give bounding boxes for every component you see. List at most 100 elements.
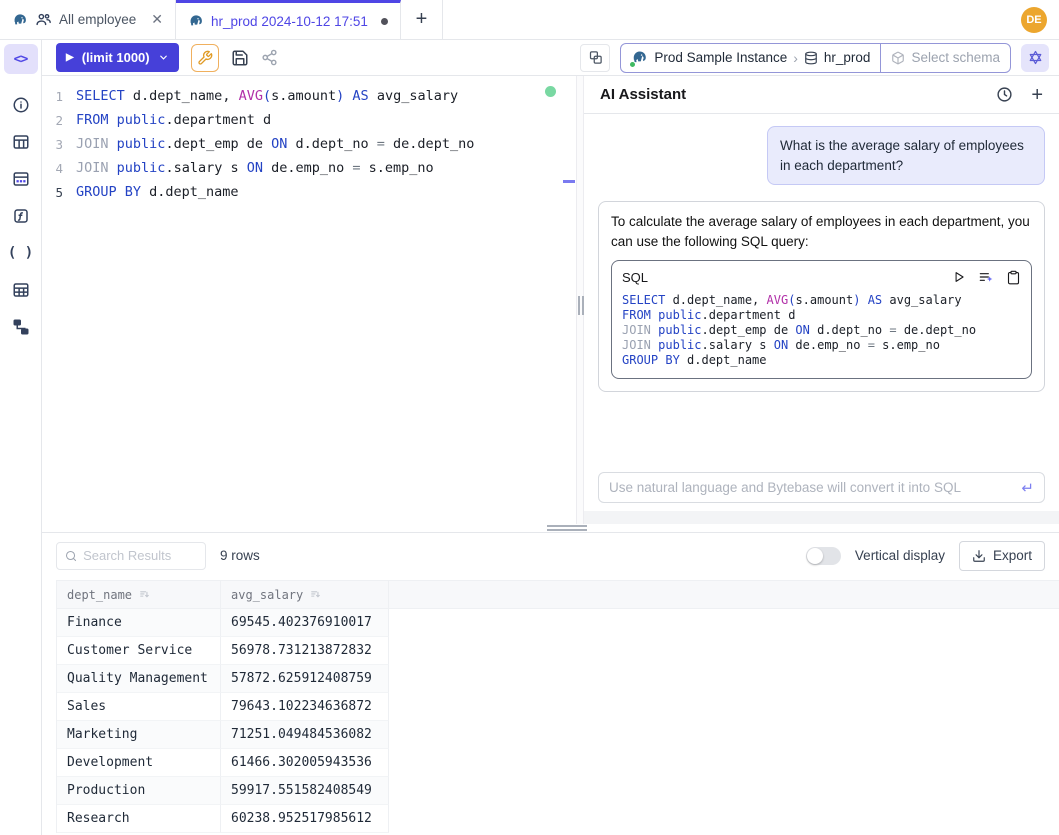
tab-all-employee[interactable]: All employee ✕ xyxy=(0,0,176,39)
panel-layout-button[interactable] xyxy=(580,44,610,72)
vertical-splitter[interactable] xyxy=(576,76,584,524)
tables-icon[interactable] xyxy=(0,123,41,160)
breadcrumb-separator: › xyxy=(793,50,798,66)
row-filler xyxy=(389,665,1059,693)
column-header-dept_name[interactable]: dept_name xyxy=(57,581,221,608)
line-number: 1 xyxy=(42,89,76,104)
functions-icon[interactable] xyxy=(0,197,41,234)
enter-key-icon[interactable]: ↵ xyxy=(1021,479,1034,497)
table-cell: Customer Service xyxy=(57,637,221,665)
results-toolbar: 9 rows Vertical display Export xyxy=(42,533,1059,578)
panel-layout-icon xyxy=(588,50,603,65)
ai-panel-title: AI Assistant xyxy=(600,86,686,103)
editor-lines: 1SELECT d.dept_name, AVG(s.amount) AS av… xyxy=(42,84,576,204)
table-cell: 59917.551582408549 xyxy=(221,777,389,805)
line-number: 3 xyxy=(42,137,76,152)
users-icon xyxy=(35,11,52,28)
editor-toolbar: ▶ (limit 1000) Prod Sample Instance › hr… xyxy=(42,40,1059,76)
table-cell: Finance xyxy=(57,609,221,637)
share-button[interactable] xyxy=(261,49,278,66)
run-sql-icon[interactable] xyxy=(952,270,966,284)
user-message-bubble: What is the average salary of employees … xyxy=(767,126,1045,185)
ai-prompt-input[interactable] xyxy=(609,480,1013,495)
table-cell: 57872.625912408759 xyxy=(221,665,389,693)
close-icon[interactable]: ✕ xyxy=(151,11,163,28)
schema-selector[interactable]: Select schema xyxy=(880,44,1010,72)
table-cell: 79643.102234636872 xyxy=(221,693,389,721)
table-row: Production59917.551582408549 xyxy=(57,777,1059,805)
admin-wrench-button[interactable] xyxy=(191,44,219,72)
ai-header: AI Assistant + xyxy=(584,76,1059,114)
tabbar-spacer xyxy=(443,0,1021,39)
sheet-grid-icon[interactable] xyxy=(0,271,41,308)
column-label: avg_salary xyxy=(231,588,303,602)
ai-assistant-panel: AI Assistant + What is the average salar… xyxy=(584,76,1059,524)
editor-code-line: 2FROM public.department d xyxy=(42,108,576,132)
sql-editor-code-icon[interactable]: <> xyxy=(4,44,38,74)
brackets-icon[interactable]: ( ) xyxy=(0,234,41,271)
ai-panel-footer-strip xyxy=(584,511,1059,524)
run-query-button[interactable]: ▶ (limit 1000) xyxy=(56,43,179,72)
ai-sql-line: FROM public.department d xyxy=(622,308,1021,323)
postgres-icon xyxy=(188,13,204,29)
history-clock-icon[interactable] xyxy=(996,86,1013,103)
save-sheet-button[interactable] xyxy=(231,49,249,67)
column-label: dept_name xyxy=(67,588,132,602)
row-filler xyxy=(389,637,1059,665)
ai-sql-line: JOIN public.salary s ON de.emp_no = s.em… xyxy=(622,338,1021,353)
row-filler xyxy=(389,721,1059,749)
row-filler xyxy=(389,749,1059,777)
tab-label: hr_prod 2024-10-12 17:51 xyxy=(211,14,368,29)
row-filler xyxy=(389,777,1059,805)
line-number: 2 xyxy=(42,113,76,128)
workflow-icon[interactable] xyxy=(0,308,41,345)
header-filler xyxy=(389,581,1059,608)
results-panel: 9 rows Vertical display Export dept_name… xyxy=(42,532,1059,835)
search-icon xyxy=(65,549,77,563)
insert-into-editor-icon[interactable] xyxy=(978,269,994,285)
connection-breadcrumb[interactable]: Prod Sample Instance › hr_prod Select sc… xyxy=(620,43,1011,73)
instance-name: Prod Sample Instance xyxy=(654,50,787,65)
database-name: hr_prod xyxy=(824,50,871,65)
column-header-avg_salary[interactable]: avg_salary xyxy=(221,581,389,608)
horizontal-splitter[interactable] xyxy=(42,524,1059,532)
schema-editor-icon[interactable] xyxy=(0,160,41,197)
instance-database-segment[interactable]: Prod Sample Instance › hr_prod xyxy=(621,44,880,72)
left-sidebar: <> ( ) xyxy=(0,40,42,835)
splitter-handle[interactable] xyxy=(578,296,584,315)
table-cell: Production xyxy=(57,777,221,805)
instance-status-dot xyxy=(629,61,636,68)
line-number: 5 xyxy=(42,185,76,200)
editor-code-line: 3JOIN public.dept_emp de ON d.dept_no = … xyxy=(42,132,576,156)
unsaved-dot xyxy=(381,18,388,25)
play-icon: ▶ xyxy=(66,52,74,63)
chevron-down-icon xyxy=(158,52,169,63)
info-icon[interactable] xyxy=(0,86,41,123)
ai-sql-line: JOIN public.dept_emp de ON d.dept_no = d… xyxy=(622,323,1021,338)
table-cell: 69545.402376910017 xyxy=(221,609,389,637)
user-avatar[interactable]: DE xyxy=(1021,7,1047,33)
table-cell: 71251.049484536082 xyxy=(221,721,389,749)
cube-icon xyxy=(891,51,905,65)
table-row: Research60238.952517985612 xyxy=(57,805,1059,833)
table-cell: 60238.952517985612 xyxy=(221,805,389,833)
download-icon xyxy=(972,549,986,563)
new-chat-plus-icon[interactable]: + xyxy=(1031,85,1043,105)
search-results-input[interactable] xyxy=(83,548,197,563)
postgres-icon xyxy=(12,12,28,28)
ai-assistant-toggle-button[interactable] xyxy=(1021,44,1049,72)
splitter-handle[interactable] xyxy=(547,525,587,531)
sql-code-block: SQL SELECT d.dept_name, AVG(s.amount) AS… xyxy=(611,260,1032,380)
copy-icon[interactable] xyxy=(1006,270,1021,285)
editor-code-line: 4JOIN public.salary s ON de.emp_no = s.e… xyxy=(42,156,576,180)
export-button[interactable]: Export xyxy=(959,541,1045,571)
row-filler xyxy=(389,693,1059,721)
tab-hr-prod[interactable]: hr_prod 2024-10-12 17:51 xyxy=(176,0,401,39)
table-cell: 56978.731213872832 xyxy=(221,637,389,665)
sql-editor[interactable]: 1SELECT d.dept_name, AVG(s.amount) AS av… xyxy=(42,76,576,524)
vertical-display-toggle[interactable] xyxy=(806,547,841,565)
ai-input-container: ↵ xyxy=(598,472,1045,503)
editor-code-line: 1SELECT d.dept_name, AVG(s.amount) AS av… xyxy=(42,84,576,108)
table-row: Sales79643.102234636872 xyxy=(57,693,1059,721)
new-tab-button[interactable]: + xyxy=(401,0,443,39)
